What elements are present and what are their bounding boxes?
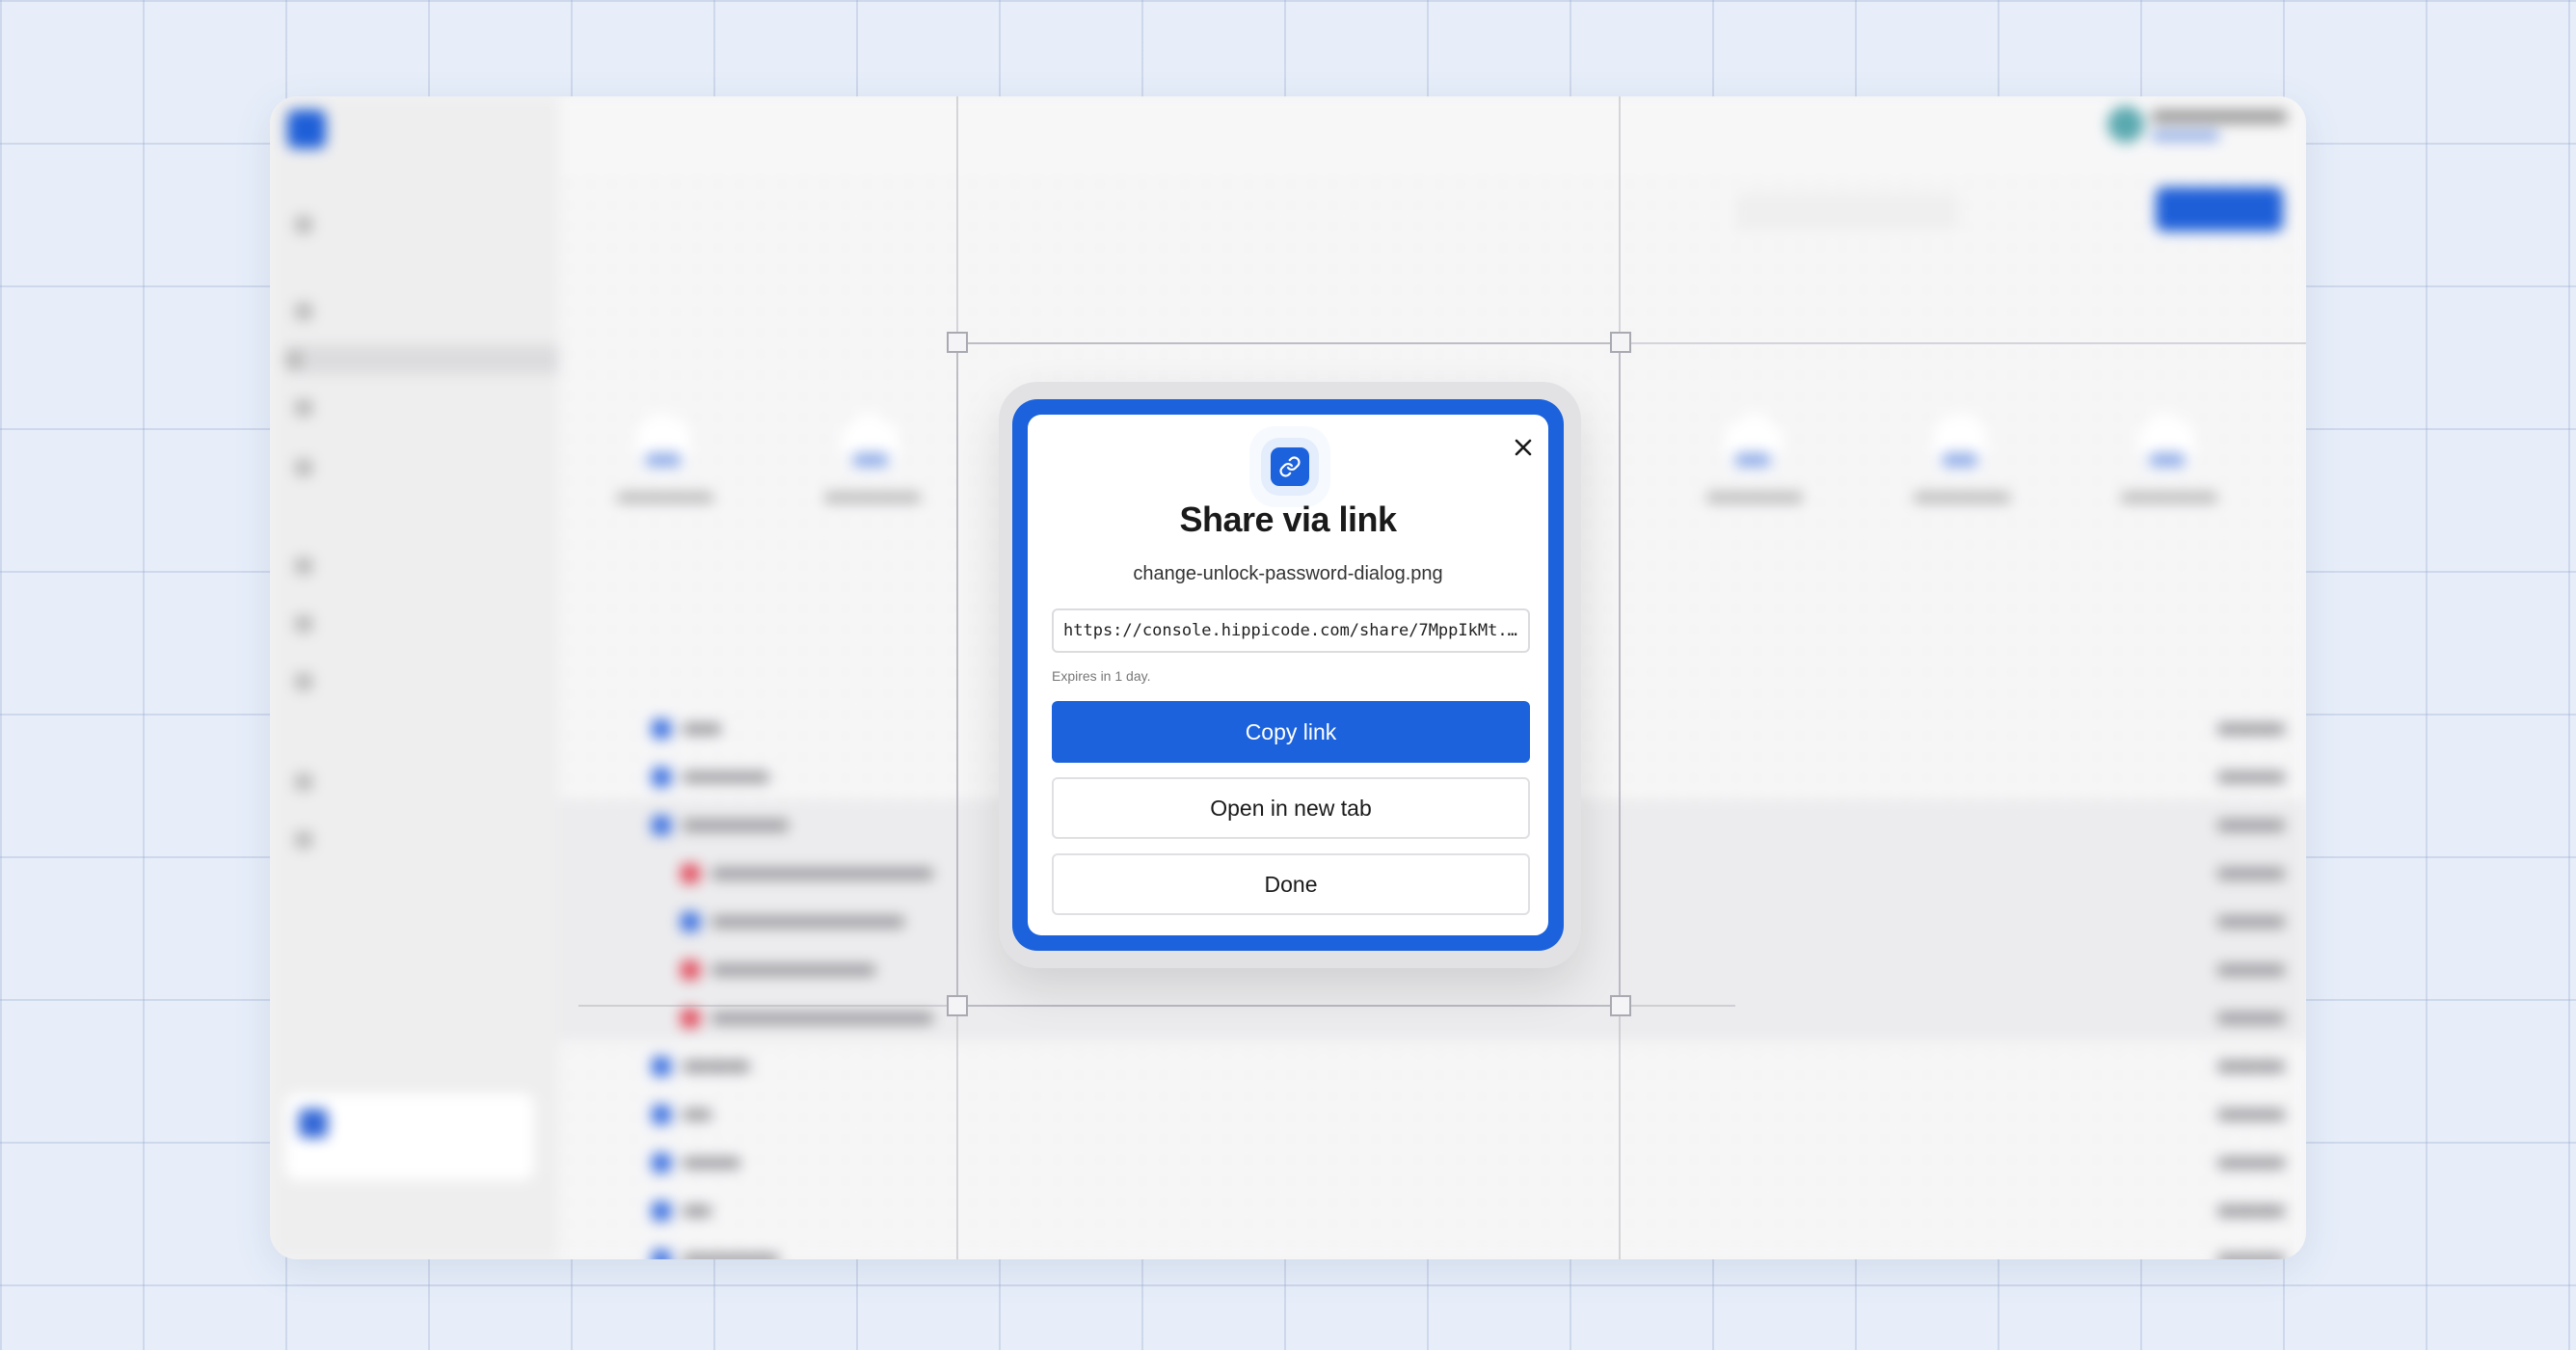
background-sidebar-item: [295, 609, 339, 638]
background-primary-button: [2156, 187, 2283, 231]
link-icon: [1271, 447, 1309, 486]
resize-handle-top-left[interactable]: [947, 332, 968, 353]
background-stat: [607, 318, 723, 503]
expiry-note: Expires in 1 day.: [1052, 668, 1151, 684]
background-table-row: [559, 1234, 2306, 1259]
background-sidebar-item: [295, 297, 339, 326]
background-table-row: [559, 1186, 2306, 1234]
resize-handle-bottom-right[interactable]: [1610, 995, 1631, 1016]
background-account-sub: [2152, 131, 2219, 141]
background-table-row: [559, 1041, 2306, 1090]
background-sidebar-item-active: [285, 345, 565, 374]
resize-handle-top-right[interactable]: [1610, 332, 1631, 353]
background-sidebar: [270, 96, 565, 1259]
copy-link-button[interactable]: Copy link: [1052, 701, 1530, 763]
share-link-dialog: Share via link change-unlock-password-di…: [1028, 415, 1548, 935]
background-sidebar-item: [295, 210, 339, 239]
background-sidebar-item: [295, 825, 339, 854]
background-sidebar-item: [295, 552, 339, 580]
background-table-row: [559, 1138, 2306, 1186]
background-table-row: [559, 1090, 2306, 1138]
background-sidebar-item: [295, 768, 339, 796]
background-sidebar-section: [295, 266, 299, 282]
close-button[interactable]: [1506, 430, 1541, 465]
background-avatar: [2107, 106, 2144, 143]
done-button[interactable]: Done: [1052, 853, 1530, 915]
background-sidebar-item: [295, 667, 339, 696]
resize-handle-bottom-left[interactable]: [947, 995, 968, 1016]
background-sidebar-card: [285, 1094, 534, 1180]
dialog-title: Share via link: [1179, 500, 1397, 539]
background-sidebar-item: [295, 453, 339, 482]
background-stat: [815, 318, 930, 503]
close-icon: [1515, 439, 1532, 456]
app-logo-icon: [287, 110, 326, 148]
background-stat: [2111, 318, 2227, 503]
share-link-input[interactable]: [1052, 608, 1530, 653]
background-stat: [1697, 318, 1812, 503]
background-search: [1737, 193, 1959, 231]
background-account-name: [2152, 110, 2287, 123]
file-name: change-unlock-password-dialog.png: [1133, 563, 1443, 584]
background-sidebar-item: [295, 393, 339, 422]
background-stat: [1904, 318, 2020, 503]
open-in-new-tab-button[interactable]: Open in new tab: [1052, 777, 1530, 839]
background-card-icon: [299, 1109, 328, 1138]
